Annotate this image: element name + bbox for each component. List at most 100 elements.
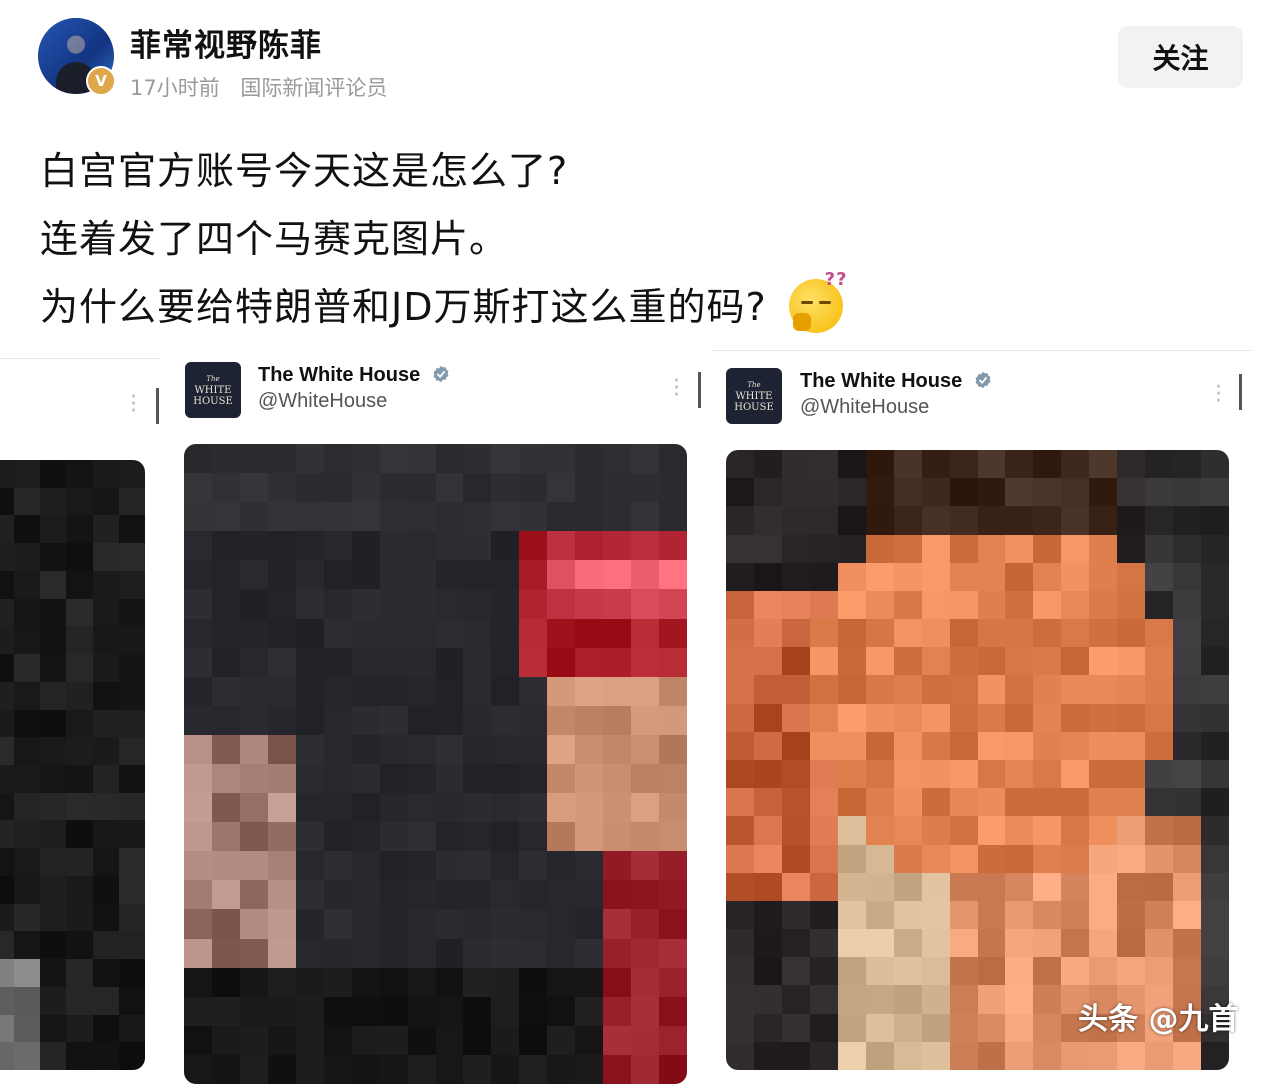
- mosaic-tile: [1117, 562, 1146, 591]
- mosaic-tile: [865, 759, 894, 789]
- white-house-logo[interactable]: The WHITE HOUSE: [726, 368, 782, 424]
- mosaic-tile: [753, 759, 782, 789]
- mosaic-tile: [40, 709, 67, 738]
- mosaic-tile: [0, 460, 15, 488]
- mosaic-tile: [977, 900, 1006, 930]
- card-edge-bar: [698, 372, 701, 408]
- mosaic-tile: [781, 478, 810, 507]
- mosaic-tile: [1201, 788, 1229, 817]
- mosaic-tile: [295, 996, 324, 1026]
- mosaic-tile: [1201, 759, 1229, 789]
- mosaic-tile: [295, 676, 324, 706]
- mosaic-tile: [118, 515, 145, 544]
- mosaic-tile: [726, 788, 754, 817]
- mosaic-tile: [463, 764, 492, 794]
- mosaic-tile: [837, 816, 866, 845]
- mosaic-tile: [1089, 450, 1118, 479]
- mosaic-image-right[interactable]: [726, 450, 1229, 1070]
- account-handle[interactable]: @WhiteHouse: [800, 396, 929, 419]
- mosaic-tile: [659, 1025, 687, 1055]
- mosaic-tile: [407, 1054, 436, 1084]
- mosaic-tile: [726, 759, 754, 789]
- mosaic-tile: [184, 444, 212, 474]
- mosaic-tile: [407, 880, 436, 910]
- mosaic-tile: [211, 764, 240, 794]
- mosaic-tile: [753, 703, 782, 732]
- mosaic-tile: [323, 851, 352, 881]
- mosaic-tile: [295, 880, 324, 910]
- mosaic-tile: [407, 531, 436, 561]
- mosaic-tile: [949, 534, 978, 563]
- mosaic-tile: [463, 589, 492, 619]
- account-name[interactable]: The White House: [258, 364, 450, 387]
- mosaic-tile: [949, 1041, 978, 1070]
- mosaic-tile: [575, 967, 604, 997]
- mosaic-tile: [267, 967, 296, 997]
- mosaic-tile: [323, 734, 352, 764]
- mosaic-tile: [949, 788, 978, 817]
- mosaic-tile: [921, 675, 950, 704]
- account-name[interactable]: The White House: [800, 370, 992, 393]
- mosaic-tile: [809, 675, 838, 704]
- follow-button[interactable]: 关注: [1118, 26, 1243, 88]
- mosaic-tile: [1173, 788, 1202, 817]
- mosaic-tile: [519, 502, 548, 532]
- mosaic-tile: [491, 822, 520, 852]
- mosaic-tile: [631, 1054, 660, 1084]
- mosaic-tile: [40, 931, 67, 960]
- mosaic-tile: [1089, 759, 1118, 789]
- author-name[interactable]: 菲常视野陈菲: [130, 20, 322, 65]
- more-options-icon[interactable]: · · ·: [673, 371, 680, 407]
- mosaic-tile: [379, 473, 408, 503]
- mosaic-tile: [547, 1054, 576, 1084]
- mosaic-tile: [379, 444, 408, 474]
- mosaic-tile: [118, 875, 145, 904]
- mosaic-tile: [1117, 619, 1146, 648]
- mosaic-tile: [893, 675, 922, 704]
- mosaic-tile: [1173, 647, 1202, 676]
- mosaic-tile: [351, 560, 380, 590]
- mosaic-tile: [865, 562, 894, 591]
- white-house-logo[interactable]: The WHITE HOUSE: [185, 362, 241, 418]
- mosaic-tile: [603, 560, 632, 590]
- mosaic-tile: [603, 502, 632, 532]
- mosaic-tile: [921, 562, 950, 591]
- account-handle[interactable]: @WhiteHouse: [258, 390, 387, 413]
- mosaic-tile: [893, 590, 922, 620]
- mosaic-tile: [547, 967, 576, 997]
- mosaic-tile: [726, 957, 754, 986]
- mosaic-tile: [92, 820, 119, 849]
- mosaic-tile: [837, 619, 866, 648]
- mosaic-tile: [1201, 619, 1229, 648]
- mosaic-tile: [726, 450, 754, 479]
- mosaic-tile: [893, 1041, 922, 1070]
- mosaic-image-middle[interactable]: [184, 444, 687, 1084]
- mosaic-tile: [659, 676, 687, 706]
- mosaic-tile: [753, 478, 782, 507]
- mosaic-tile: [1117, 450, 1146, 479]
- mosaic-tile: [184, 1054, 212, 1084]
- mosaic-tile: [323, 822, 352, 852]
- mosaic-tile: [1061, 675, 1090, 704]
- mosaic-tile: [575, 764, 604, 794]
- more-options-icon[interactable]: · · ·: [130, 387, 137, 423]
- mosaic-tile: [14, 931, 41, 960]
- mosaic-tile: [809, 506, 838, 535]
- more-options-icon[interactable]: · · ·: [1215, 377, 1222, 413]
- mosaic-tile: [40, 1042, 67, 1070]
- mosaic-tile: [267, 793, 296, 823]
- mosaic-tile: [753, 788, 782, 817]
- mosaic-image-left[interactable]: [0, 460, 145, 1070]
- mosaic-tile: [267, 647, 296, 677]
- mosaic-tile: [949, 562, 978, 591]
- mosaic-tile: [575, 502, 604, 532]
- mosaic-tile: [977, 759, 1006, 789]
- mosaic-tile: [781, 534, 810, 563]
- mosaic-tile: [0, 626, 15, 655]
- mosaic-tile: [1201, 450, 1229, 479]
- mosaic-tile: [519, 880, 548, 910]
- mosaic-tile: [893, 647, 922, 676]
- mosaic-tile: [92, 626, 119, 655]
- verified-badge-icon: [433, 365, 449, 383]
- mosaic-tile: [865, 844, 894, 873]
